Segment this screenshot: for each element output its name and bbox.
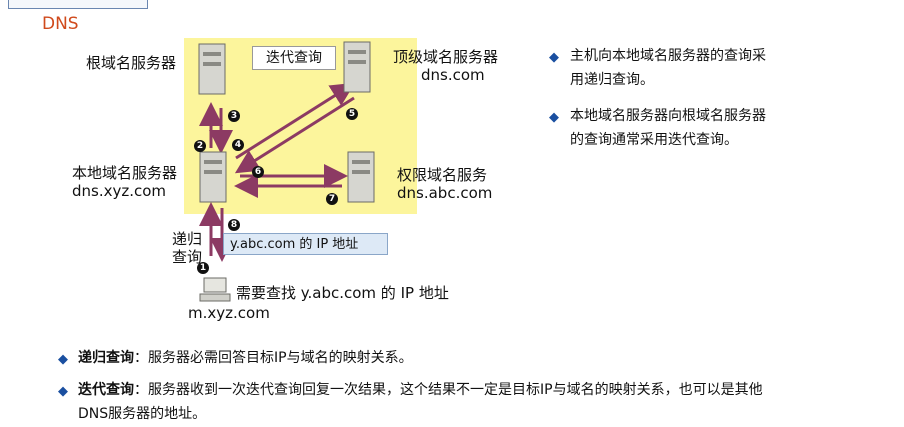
- host-domain: m.xyz.com: [188, 304, 270, 322]
- bottom-bullet-1: 递归查询：服务器必需回答目标IP与域名的映射关系。: [78, 346, 778, 370]
- tld-server-domain: dns.com: [421, 66, 485, 84]
- step-7-marker: 7: [326, 193, 338, 205]
- answer-box: y.abc.com 的 IP 地址: [223, 233, 388, 255]
- step-6-marker: 6: [252, 166, 264, 178]
- diagram-title: 迭代查询: [252, 46, 336, 70]
- auth-server-icon: [347, 151, 375, 203]
- bottom-bullet-icon: ◆: [58, 384, 68, 399]
- step-1-marker: 1: [197, 262, 209, 274]
- step-8-marker: 8: [228, 219, 240, 231]
- bullet-text: ：服务器收到一次迭代查询回复一次结果，这个结果不一定是目标IP与域名的映射关系，…: [78, 382, 763, 422]
- step-5-marker: 5: [346, 108, 358, 120]
- host-computer-icon: [199, 277, 231, 302]
- side-note-bullet-icon: ◆: [549, 50, 559, 65]
- step-4-marker: 4: [232, 139, 244, 151]
- bottom-bullet-2: 迭代查询：服务器收到一次迭代查询回复一次结果，这个结果不一定是目标IP与域名的映…: [78, 378, 768, 426]
- auth-server-domain: dns.abc.com: [397, 184, 493, 202]
- root-server-icon: [198, 43, 226, 95]
- root-server-label: 根域名服务器: [86, 54, 177, 72]
- bullet-term: 迭代查询: [78, 382, 134, 398]
- bullet-text: ：服务器必需回答目标IP与域名的映射关系。: [134, 350, 413, 366]
- local-server-label: 本地域名服务器: [72, 164, 178, 182]
- side-note-2: 本地域名服务器向根域名服务器的查询通常采用迭代查询。: [570, 108, 766, 148]
- recursive-label-top: 递归: [172, 230, 203, 248]
- tld-server-icon: [343, 41, 371, 93]
- arrow-5: [234, 96, 355, 174]
- arrow-4: [235, 82, 356, 160]
- tld-server-label: 顶级域名服务器: [393, 48, 499, 66]
- local-server-icon: [199, 151, 227, 203]
- host-query-label: 需要查找 y.abc.com 的 IP 地址: [236, 284, 449, 302]
- bullet-term: 递归查询: [78, 350, 134, 366]
- side-note-1: 主机向本地域名服务器的查询采用递归查询。: [570, 48, 766, 88]
- bottom-bullet-icon: ◆: [58, 352, 68, 367]
- step-2-marker: 2: [194, 140, 206, 152]
- local-server-domain: dns.xyz.com: [72, 182, 167, 200]
- side-note-bullet-icon: ◆: [549, 110, 559, 125]
- step-3-marker: 3: [228, 110, 240, 122]
- auth-server-label: 权限域名服务: [397, 166, 488, 184]
